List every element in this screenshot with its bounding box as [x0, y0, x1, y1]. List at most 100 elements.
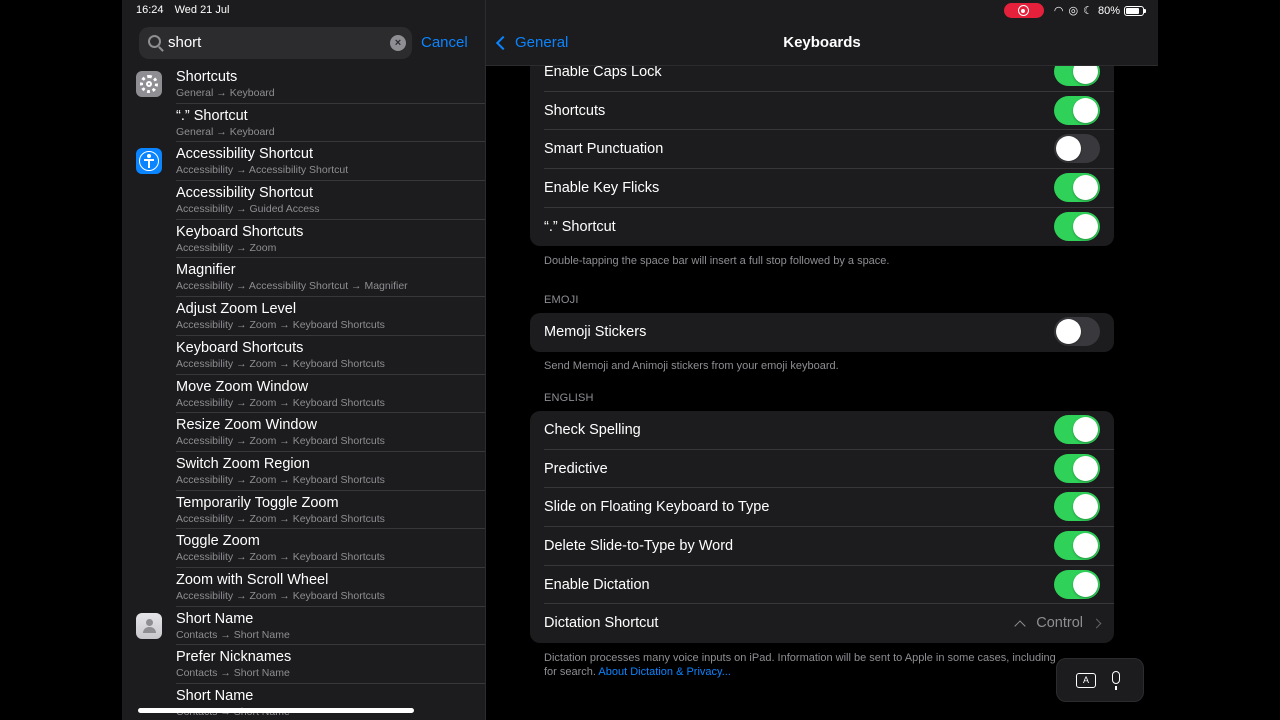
- setting-row-check-spelling: Check Spelling: [530, 411, 1114, 450]
- result-title: Keyboard Shortcuts: [176, 223, 304, 240]
- setting-label: Shortcuts: [544, 102, 606, 119]
- dictation-footer: Dictation processes many voice inputs on…: [544, 651, 1064, 679]
- setting-label: “.” Shortcut: [544, 218, 616, 235]
- setting-row-shortcuts: Shortcuts: [530, 92, 1114, 131]
- navigation-bar: ◠ ◎ ☾ 80% General Keyboards: [486, 0, 1158, 66]
- result-path: General → Keyboard: [176, 125, 275, 138]
- result-path: Contacts → Short Name: [176, 667, 290, 680]
- result-title: Adjust Zoom Level: [176, 301, 297, 318]
- search-result-item[interactable]: Temporarily Toggle Zoom Accessibility → Z…: [122, 491, 485, 530]
- toggle-knob: [1073, 97, 1098, 123]
- search-result-item[interactable]: Shortcuts General → Keyboard: [122, 65, 485, 104]
- result-path: Accessibility → Accessibility Shortcut →…: [176, 280, 408, 293]
- toggle-switch[interactable]: [1054, 415, 1100, 444]
- setting-label: Delete Slide-to-Type by Word: [544, 538, 734, 555]
- result-title: Magnifier: [176, 262, 236, 279]
- result-title: Accessibility Shortcut: [176, 185, 313, 202]
- search-result-item[interactable]: Move Zoom Window Accessibility → Zoom → K…: [122, 375, 485, 414]
- search-result-item[interactable]: Magnifier Accessibility → Accessibility S…: [122, 258, 485, 298]
- microphone-icon[interactable]: [1112, 671, 1120, 690]
- toggle-switch[interactable]: [1054, 531, 1100, 561]
- result-path: Accessibility → Zoom → Keyboard Shortcut…: [176, 512, 385, 525]
- result-title: Zoom with Scroll Wheel: [176, 571, 329, 588]
- result-title: Temporarily Toggle Zoom: [176, 494, 339, 511]
- search-result-item[interactable]: Short NameContacts → Short Name: [122, 607, 485, 646]
- floating-keyboard-button[interactable]: A: [1056, 658, 1144, 702]
- toggle-switch[interactable]: [1054, 569, 1100, 599]
- search-sidebar: 16:24 Wed 21 Jul short × Cancel Shortcut…: [122, 0, 486, 720]
- toggle-switch[interactable]: [1054, 492, 1100, 522]
- search-result-item[interactable]: Accessibility Shortcut Accessibility → Gu…: [122, 181, 485, 220]
- emoji-footer: Send Memoji and Animoji stickers from yo…: [544, 360, 839, 372]
- dictation-shortcut-row[interactable]: Dictation Shortcut Control: [530, 604, 1114, 643]
- setting-row-memoji-stickers: Memoji Stickers: [530, 313, 1114, 352]
- battery-percentage: 80%: [1097, 4, 1120, 17]
- toggle-switch[interactable]: [1054, 211, 1100, 241]
- toggle-knob: [1073, 571, 1098, 597]
- search-result-item[interactable]: Accessibility Shortcut Accessibility → Ac…: [122, 142, 485, 182]
- result-path: Accessibility → Zoom → Keyboard Shortcut…: [176, 319, 385, 332]
- location-icon: ◎: [1068, 5, 1079, 17]
- result-title: Shortcuts: [176, 69, 238, 85]
- toggle-knob: [1073, 175, 1098, 201]
- setting-label: Memoji Stickers: [544, 324, 647, 340]
- search-result-item[interactable]: “.” Shortcut General → Keyboard: [122, 104, 485, 143]
- setting-row-slide-on-floating-keyboard-to-type: Slide on Floating Keyboard to Type: [530, 488, 1114, 528]
- setting-row-enable-key-flicks: Enable Key Flicks: [530, 169, 1114, 208]
- result-path: Accessibility → Zoom: [176, 241, 277, 254]
- accessibility-icon: [136, 148, 162, 175]
- contacts-icon: [136, 612, 162, 639]
- search-result-item[interactable]: Adjust Zoom Level Accessibility → Zoom → …: [122, 297, 485, 336]
- cancel-button[interactable]: Cancel: [421, 34, 468, 51]
- result-path: Accessibility → Guided Access: [176, 203, 320, 216]
- result-path: Accessibility → Zoom → Keyboard Shortcut…: [176, 396, 385, 409]
- toggle-switch[interactable]: [1054, 317, 1100, 346]
- result-path: Accessibility → Zoom → Keyboard Shortcut…: [176, 551, 385, 564]
- settings-gear-icon: [136, 71, 162, 97]
- search-result-item[interactable]: Resize Zoom Window Accessibility → Zoom →…: [122, 413, 485, 452]
- result-path: Accessibility → Accessibility Shortcut: [176, 164, 349, 177]
- screen-recording-icon[interactable]: [1003, 3, 1044, 18]
- result-title: Resize Zoom Window: [176, 417, 318, 434]
- search-query: short: [168, 34, 202, 51]
- ipad-screen: 16:24 Wed 21 Jul short × Cancel Shortcut…: [122, 0, 1158, 720]
- search-result-item[interactable]: Keyboard Shortcuts Accessibility → Zoom: [122, 220, 485, 259]
- search-result-item[interactable]: Short NameContacts → Short Name: [122, 684, 485, 720]
- status-bar-right: ◠ ◎ ☾ 80%: [1003, 3, 1146, 18]
- toggle-switch[interactable]: [1054, 95, 1100, 125]
- search-icon: [148, 35, 161, 48]
- about-dictation-privacy-link[interactable]: About Dictation & Privacy...: [598, 666, 730, 678]
- emoji-section-header: EMOJI: [544, 294, 579, 306]
- search-result-item[interactable]: Zoom with Scroll Wheel Accessibility → Zo…: [122, 568, 485, 607]
- search-result-item[interactable]: Prefer Nicknames Contacts → Short Name: [122, 645, 485, 684]
- setting-label: Enable Caps Lock: [544, 64, 662, 80]
- toggle-knob: [1073, 417, 1098, 442]
- result-title: Prefer Nicknames: [176, 649, 292, 666]
- result-title: Short Name: [176, 688, 254, 704]
- search-result-item[interactable]: Switch Zoom Region Accessibility → Zoom →…: [122, 452, 485, 491]
- dictation-shortcut-value: Control: [1014, 615, 1102, 632]
- keyboard-options-group: Enable Caps Lock Shortcuts Smart Punctuati…: [530, 53, 1114, 247]
- toggle-switch[interactable]: [1054, 134, 1100, 164]
- english-section-header: ENGLISH: [544, 392, 594, 404]
- search-input[interactable]: short ×: [139, 27, 412, 59]
- setting-label: Slide on Floating Keyboard to Type: [544, 499, 770, 516]
- toggle-knob: [1073, 455, 1098, 481]
- control-key-icon: [1014, 620, 1026, 632]
- result-title: Keyboard Shortcuts: [176, 339, 304, 356]
- setting-row-predictive: Predictive: [530, 450, 1114, 489]
- setting-row-shortcut: “.” Shortcut: [530, 208, 1114, 247]
- result-title: Accessibility Shortcut: [176, 146, 313, 163]
- clear-search-icon[interactable]: ×: [390, 35, 406, 51]
- toggle-switch[interactable]: [1054, 453, 1100, 483]
- home-indicator[interactable]: [138, 708, 414, 713]
- page-title: Keyboards: [783, 34, 861, 51]
- search-result-item[interactable]: Keyboard Shortcuts Accessibility → Zoom →…: [122, 336, 485, 375]
- result-path: General → Keyboard: [176, 87, 275, 99]
- toggle-switch[interactable]: [1054, 173, 1100, 203]
- result-path: Accessibility → Zoom → Keyboard Shortcut…: [176, 589, 385, 602]
- result-path: Accessibility → Zoom → Keyboard Shortcut…: [176, 357, 385, 370]
- keyboards-settings-pane: ◠ ◎ ☾ 80% General Keyboards Enable Caps …: [486, 0, 1158, 720]
- english-group: Check Spelling Predictive Slide on Floatin…: [530, 411, 1114, 644]
- search-result-item[interactable]: Toggle Zoom Accessibility → Zoom → Keyboa…: [122, 529, 485, 568]
